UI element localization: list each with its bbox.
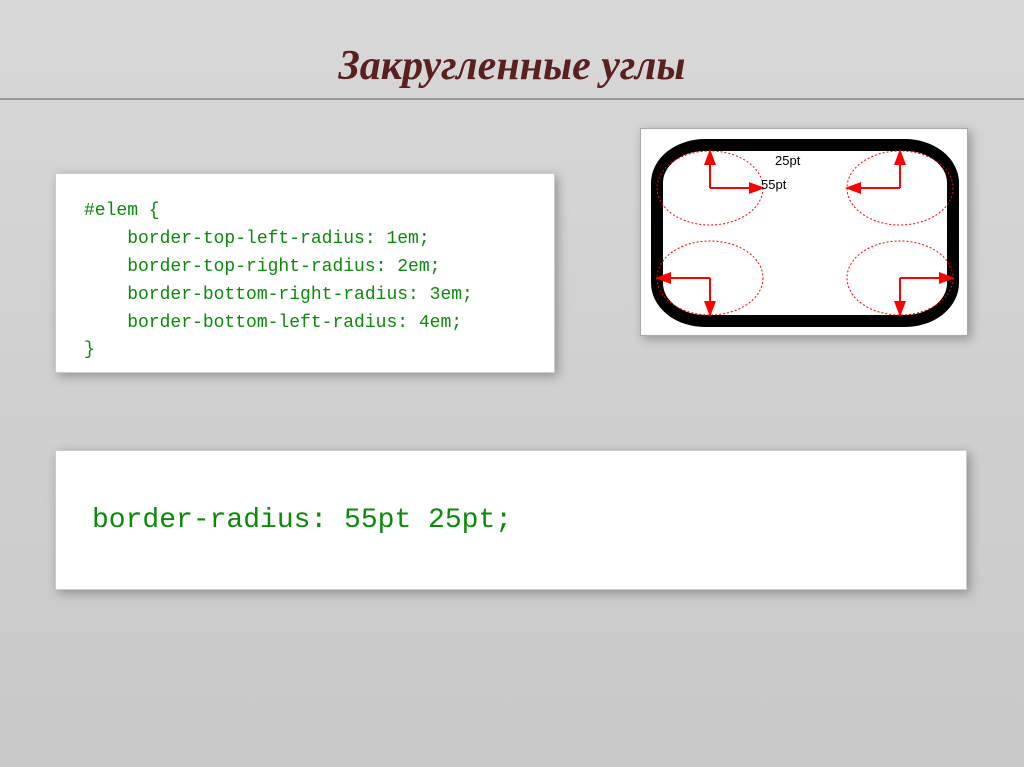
divider bbox=[0, 98, 1024, 100]
border-radius-diagram: 25pt 55pt bbox=[640, 128, 968, 336]
code-block-individual-radii: #elem { border-top-left-radius: 1em; bor… bbox=[55, 173, 555, 373]
page-title: Закругленные углы bbox=[0, 0, 1024, 98]
diagram-label-25pt: 25pt bbox=[775, 153, 800, 168]
code-text-1: #elem { border-top-left-radius: 1em; bor… bbox=[84, 198, 526, 365]
diagram-svg bbox=[647, 135, 963, 331]
code-text-2: border-radius: 55pt 25pt; bbox=[92, 499, 930, 542]
diagram-label-55pt: 55pt bbox=[761, 177, 786, 192]
code-block-shorthand: border-radius: 55pt 25pt; bbox=[55, 450, 967, 590]
